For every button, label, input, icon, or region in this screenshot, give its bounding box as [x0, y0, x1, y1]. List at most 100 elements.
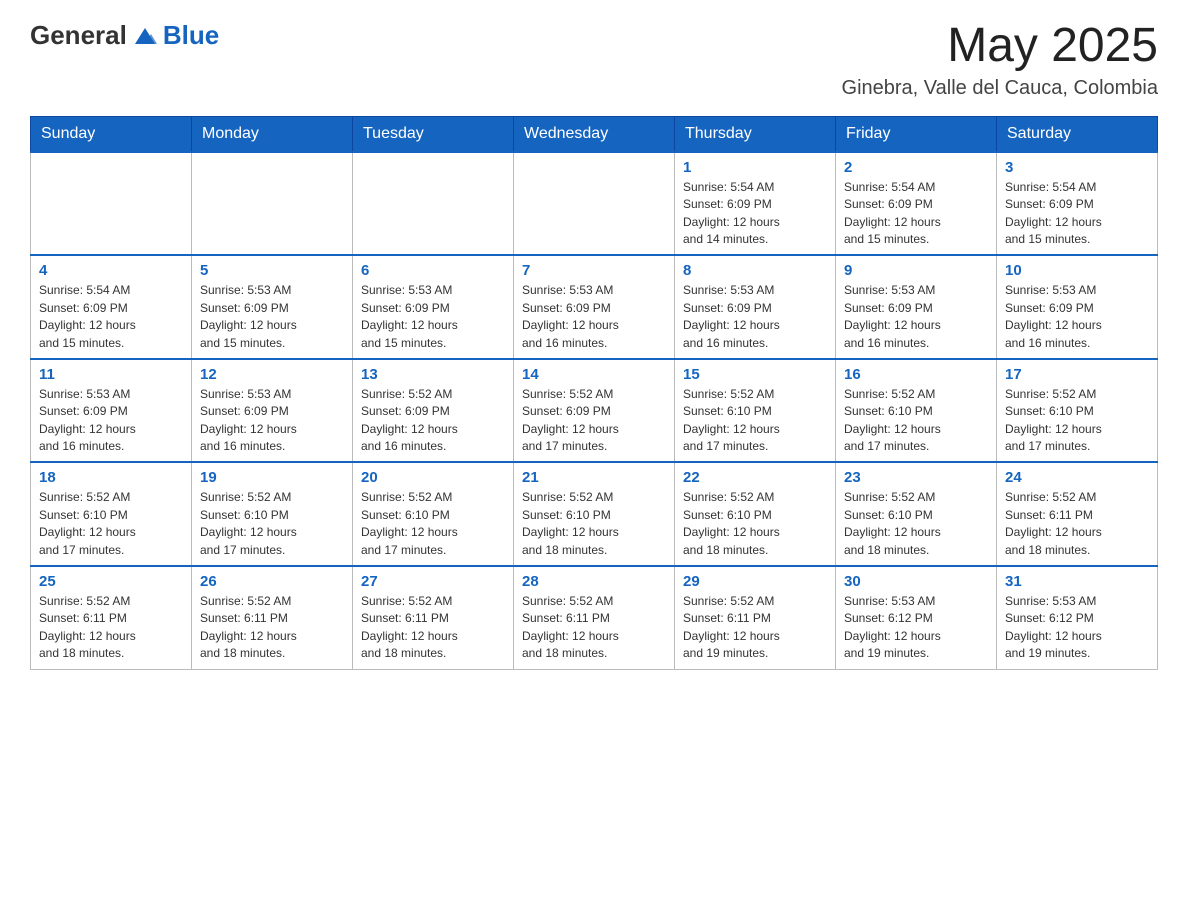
- day-number: 2: [844, 159, 988, 176]
- day-number: 26: [200, 573, 344, 590]
- calendar-cell: 15 Sunrise: 5:52 AM Sunset: 6:10 PM Dayli…: [675, 359, 836, 463]
- week-row-3: 11 Sunrise: 5:53 AM Sunset: 6:09 PM Dayli…: [31, 359, 1158, 463]
- calendar-cell: 31Sunrise: 5:53 AM Sunset: 6:12 PM Dayli…: [997, 566, 1158, 669]
- day-info: Sunrise: 5:53 AM Sunset: 6:09 PM Dayligh…: [844, 282, 988, 352]
- calendar-cell: 26Sunrise: 5:52 AM Sunset: 6:11 PM Dayli…: [192, 566, 353, 669]
- day-number: 10: [1005, 262, 1149, 279]
- logo: General Blue: [30, 20, 219, 51]
- day-info: Sunrise: 5:52 AM Sunset: 6:10 PM Dayligh…: [683, 489, 827, 559]
- weekday-header-friday: Friday: [836, 116, 997, 152]
- day-info: Sunrise: 5:53 AM Sunset: 6:09 PM Dayligh…: [361, 282, 505, 352]
- calendar-cell: [192, 152, 353, 256]
- calendar-cell: [514, 152, 675, 256]
- month-title: May 2025: [842, 20, 1158, 73]
- day-number: 18: [39, 469, 183, 486]
- day-number: 14: [522, 366, 666, 383]
- page-header: General Blue May 2025 Ginebra, Valle del…: [30, 20, 1158, 100]
- weekday-header-monday: Monday: [192, 116, 353, 152]
- day-number: 11: [39, 366, 183, 383]
- weekday-header-wednesday: Wednesday: [514, 116, 675, 152]
- calendar-cell: [31, 152, 192, 256]
- day-number: 27: [361, 573, 505, 590]
- day-number: 9: [844, 262, 988, 279]
- weekday-header-saturday: Saturday: [997, 116, 1158, 152]
- logo-general-text: General: [30, 20, 127, 51]
- day-info: Sunrise: 5:54 AM Sunset: 6:09 PM Dayligh…: [683, 179, 827, 249]
- weekday-header-row: SundayMondayTuesdayWednesdayThursdayFrid…: [31, 116, 1158, 152]
- day-number: 7: [522, 262, 666, 279]
- week-row-4: 18 Sunrise: 5:52 AM Sunset: 6:10 PM Dayli…: [31, 462, 1158, 566]
- day-number: 13: [361, 366, 505, 383]
- day-number: 29: [683, 573, 827, 590]
- calendar-cell: 10 Sunrise: 5:53 AM Sunset: 6:09 PM Dayli…: [997, 255, 1158, 359]
- day-number: 17: [1005, 366, 1149, 383]
- day-number: 23: [844, 469, 988, 486]
- calendar-cell: 8 Sunrise: 5:53 AM Sunset: 6:09 PM Daylig…: [675, 255, 836, 359]
- calendar-cell: 1 Sunrise: 5:54 AM Sunset: 6:09 PM Daylig…: [675, 152, 836, 256]
- calendar-cell: 4 Sunrise: 5:54 AM Sunset: 6:09 PM Daylig…: [31, 255, 192, 359]
- day-number: 20: [361, 469, 505, 486]
- calendar-cell: [353, 152, 514, 256]
- day-info: Sunrise: 5:54 AM Sunset: 6:09 PM Dayligh…: [844, 179, 988, 249]
- calendar-cell: 7 Sunrise: 5:53 AM Sunset: 6:09 PM Daylig…: [514, 255, 675, 359]
- day-info: Sunrise: 5:53 AM Sunset: 6:09 PM Dayligh…: [1005, 282, 1149, 352]
- calendar-cell: 13 Sunrise: 5:52 AM Sunset: 6:09 PM Dayli…: [353, 359, 514, 463]
- calendar-cell: 2 Sunrise: 5:54 AM Sunset: 6:09 PM Daylig…: [836, 152, 997, 256]
- weekday-header-tuesday: Tuesday: [353, 116, 514, 152]
- day-info: Sunrise: 5:52 AM Sunset: 6:09 PM Dayligh…: [522, 386, 666, 456]
- day-info: Sunrise: 5:52 AM Sunset: 6:11 PM Dayligh…: [361, 593, 505, 663]
- title-block: May 2025 Ginebra, Valle del Cauca, Colom…: [842, 20, 1158, 100]
- calendar-cell: 22 Sunrise: 5:52 AM Sunset: 6:10 PM Dayli…: [675, 462, 836, 566]
- day-info: Sunrise: 5:52 AM Sunset: 6:11 PM Dayligh…: [683, 593, 827, 663]
- day-info: Sunrise: 5:53 AM Sunset: 6:09 PM Dayligh…: [522, 282, 666, 352]
- day-number: 15: [683, 366, 827, 383]
- calendar-cell: 3 Sunrise: 5:54 AM Sunset: 6:09 PM Daylig…: [997, 152, 1158, 256]
- day-number: 1: [683, 159, 827, 176]
- calendar-cell: 16 Sunrise: 5:52 AM Sunset: 6:10 PM Dayli…: [836, 359, 997, 463]
- day-info: Sunrise: 5:52 AM Sunset: 6:09 PM Dayligh…: [361, 386, 505, 456]
- day-info: Sunrise: 5:54 AM Sunset: 6:09 PM Dayligh…: [39, 282, 183, 352]
- day-number: 3: [1005, 159, 1149, 176]
- day-info: Sunrise: 5:52 AM Sunset: 6:10 PM Dayligh…: [39, 489, 183, 559]
- day-info: Sunrise: 5:53 AM Sunset: 6:09 PM Dayligh…: [683, 282, 827, 352]
- day-number: 19: [200, 469, 344, 486]
- calendar-cell: 6 Sunrise: 5:53 AM Sunset: 6:09 PM Daylig…: [353, 255, 514, 359]
- day-number: 25: [39, 573, 183, 590]
- day-info: Sunrise: 5:52 AM Sunset: 6:10 PM Dayligh…: [522, 489, 666, 559]
- day-number: 30: [844, 573, 988, 590]
- calendar-cell: 14 Sunrise: 5:52 AM Sunset: 6:09 PM Dayli…: [514, 359, 675, 463]
- calendar-cell: 30 Sunrise: 5:53 AM Sunset: 6:12 PM Dayli…: [836, 566, 997, 669]
- day-info: Sunrise: 5:52 AM Sunset: 6:10 PM Dayligh…: [1005, 386, 1149, 456]
- weekday-header-thursday: Thursday: [675, 116, 836, 152]
- calendar-cell: 29 Sunrise: 5:52 AM Sunset: 6:11 PM Dayli…: [675, 566, 836, 669]
- day-number: 21: [522, 469, 666, 486]
- day-info: Sunrise: 5:54 AM Sunset: 6:09 PM Dayligh…: [1005, 179, 1149, 249]
- week-row-5: 25 Sunrise: 5:52 AM Sunset: 6:11 PM Dayli…: [31, 566, 1158, 669]
- day-info: Sunrise: 5:52 AM Sunset: 6:10 PM Dayligh…: [844, 489, 988, 559]
- day-number: 16: [844, 366, 988, 383]
- calendar-cell: 24Sunrise: 5:52 AM Sunset: 6:11 PM Dayli…: [997, 462, 1158, 566]
- location-subtitle: Ginebra, Valle del Cauca, Colombia: [842, 77, 1158, 100]
- day-info: Sunrise: 5:52 AM Sunset: 6:10 PM Dayligh…: [844, 386, 988, 456]
- day-number: 4: [39, 262, 183, 279]
- day-info: Sunrise: 5:53 AM Sunset: 6:12 PM Dayligh…: [844, 593, 988, 663]
- day-info: Sunrise: 5:52 AM Sunset: 6:11 PM Dayligh…: [1005, 489, 1149, 559]
- day-number: 6: [361, 262, 505, 279]
- day-number: 31: [1005, 573, 1149, 590]
- calendar-cell: 17 Sunrise: 5:52 AM Sunset: 6:10 PM Dayli…: [997, 359, 1158, 463]
- calendar-cell: 28Sunrise: 5:52 AM Sunset: 6:11 PM Dayli…: [514, 566, 675, 669]
- calendar-cell: 19Sunrise: 5:52 AM Sunset: 6:10 PM Dayli…: [192, 462, 353, 566]
- day-number: 8: [683, 262, 827, 279]
- logo-icon: [131, 22, 159, 50]
- day-number: 22: [683, 469, 827, 486]
- day-info: Sunrise: 5:52 AM Sunset: 6:10 PM Dayligh…: [683, 386, 827, 456]
- calendar-cell: 11Sunrise: 5:53 AM Sunset: 6:09 PM Dayli…: [31, 359, 192, 463]
- day-number: 28: [522, 573, 666, 590]
- calendar-cell: 9 Sunrise: 5:53 AM Sunset: 6:09 PM Daylig…: [836, 255, 997, 359]
- calendar-cell: 12Sunrise: 5:53 AM Sunset: 6:09 PM Dayli…: [192, 359, 353, 463]
- week-row-1: 1 Sunrise: 5:54 AM Sunset: 6:09 PM Daylig…: [31, 152, 1158, 256]
- calendar-cell: 21 Sunrise: 5:52 AM Sunset: 6:10 PM Dayli…: [514, 462, 675, 566]
- calendar-cell: 27 Sunrise: 5:52 AM Sunset: 6:11 PM Dayli…: [353, 566, 514, 669]
- day-info: Sunrise: 5:53 AM Sunset: 6:09 PM Dayligh…: [200, 282, 344, 352]
- day-info: Sunrise: 5:53 AM Sunset: 6:09 PM Dayligh…: [200, 386, 344, 456]
